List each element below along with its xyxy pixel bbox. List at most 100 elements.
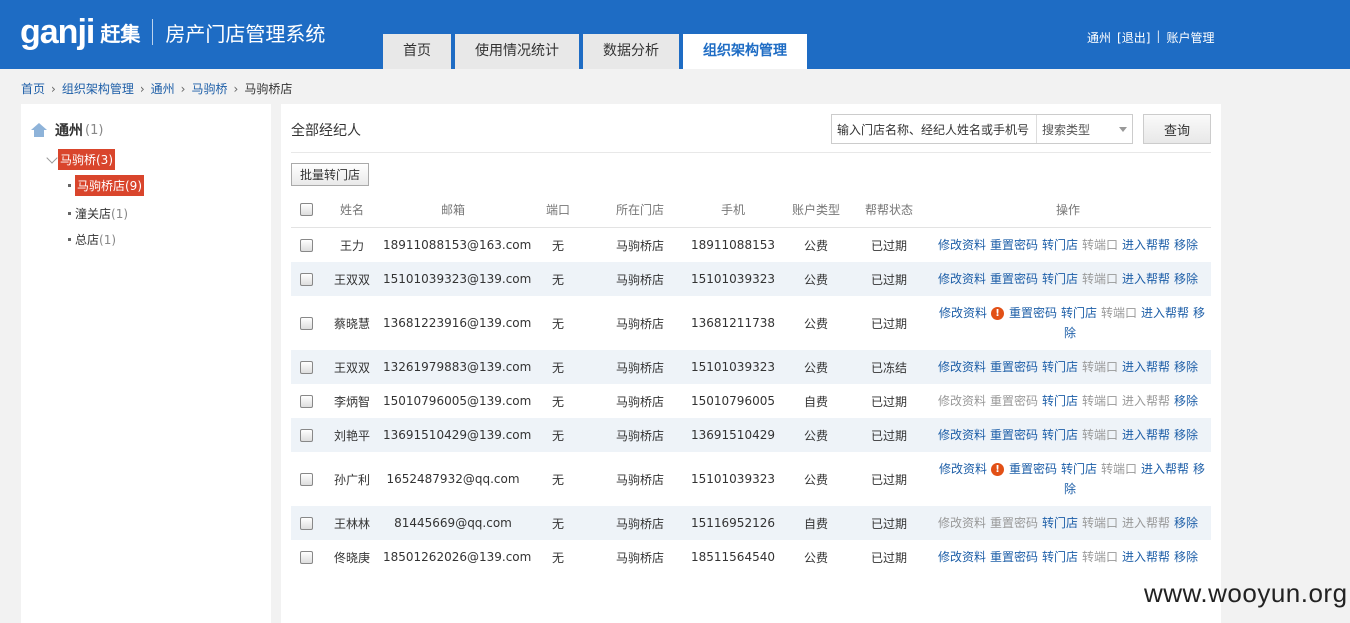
transfer-store-link[interactable]: 转门店	[1061, 306, 1097, 320]
reset-password-link[interactable]: 重置密码	[990, 428, 1038, 442]
row-checkbox[interactable]	[299, 394, 313, 408]
reset-password-link[interactable]: 重置密码	[990, 238, 1038, 252]
cell-operations: 修改资料! 重置密码 转门店 转端口 进入帮帮 移除	[925, 303, 1211, 343]
cell-name: 王双双	[333, 272, 370, 287]
header-phone: 手机	[720, 203, 745, 217]
reset-password-link[interactable]: 重置密码	[1009, 462, 1057, 476]
reset-password-link[interactable]: 重置密码	[990, 272, 1038, 286]
cell-account-type: 公费	[803, 272, 828, 287]
edit-profile-link[interactable]: 修改资料	[938, 360, 986, 374]
table-row: 王林林 81445669@qq.com 无 马驹桥店 15116952126 自费 已过期 修…	[291, 506, 1211, 540]
cell-status: 已过期	[870, 550, 907, 565]
tab-org-management[interactable]: 组织架构管理	[683, 34, 807, 69]
row-checkbox[interactable]	[299, 360, 313, 374]
edit-profile-link[interactable]: 修改资料	[939, 462, 987, 476]
remove-link[interactable]: 移除	[1174, 428, 1198, 442]
cell-phone: 13681211738	[691, 316, 775, 330]
remove-link[interactable]: 移除	[1174, 394, 1198, 408]
cell-email: 13261979883@139.com	[383, 360, 532, 374]
chevron-down-icon[interactable]	[46, 154, 58, 166]
edit-profile-link[interactable]: 修改资料	[938, 550, 986, 564]
row-checkbox[interactable]	[299, 472, 313, 486]
account-management-link[interactable]: 账户管理	[1166, 29, 1214, 46]
breadcrumb-chevron-icon: ›	[139, 81, 145, 96]
tree-leaf-main-store[interactable]: 总店 (1)	[68, 231, 116, 248]
enter-bangbang-link[interactable]: 进入帮帮	[1122, 550, 1170, 564]
user-name: 通州	[1087, 31, 1112, 45]
transfer-store-link[interactable]: 转门店	[1042, 238, 1078, 252]
cell-phone: 18911088153	[691, 238, 775, 252]
transfer-store-link[interactable]: 转门店	[1061, 462, 1097, 476]
edit-profile-link[interactable]: 修改资料	[938, 428, 986, 442]
breadcrumb-chevron-icon: ›	[51, 81, 56, 96]
watermark: www.wooyun.org	[1144, 578, 1348, 608]
enter-bangbang-link[interactable]: 进入帮帮	[1122, 272, 1170, 286]
cell-phone: 15101039323	[691, 272, 775, 286]
transfer-store-link[interactable]: 转门店	[1042, 550, 1078, 564]
enter-bangbang-link[interactable]: 进入帮帮	[1122, 238, 1170, 252]
reset-password-link[interactable]: 重置密码	[1009, 306, 1057, 320]
transfer-store-link[interactable]: 转门店	[1042, 428, 1078, 442]
transfer-store-link[interactable]: 转门店	[1042, 360, 1078, 374]
remove-link[interactable]: 移除	[1174, 516, 1198, 530]
query-button[interactable]: 查询	[1143, 114, 1211, 144]
tree-root-count: (1)	[85, 122, 104, 138]
enter-bangbang-link[interactable]: 进入帮帮	[1141, 306, 1189, 320]
enter-bangbang-link[interactable]: 进入帮帮	[1122, 360, 1170, 374]
tab-home[interactable]: 首页	[383, 34, 451, 69]
cell-store: 马驹桥店	[615, 550, 664, 565]
edit-profile-link[interactable]: 修改资料	[938, 238, 986, 252]
cell-account-type: 自费	[803, 394, 828, 409]
ganji-logo[interactable]: ganji 赶集 房产门店管理系统	[20, 12, 325, 52]
edit-profile-link: 修改资料	[937, 516, 986, 530]
remove-link[interactable]: 移除	[1174, 272, 1198, 286]
search-input[interactable]	[832, 115, 1037, 143]
row-checkbox[interactable]	[299, 238, 313, 252]
remove-link[interactable]: 移除	[1174, 238, 1198, 252]
edit-profile-link[interactable]: 修改资料	[938, 272, 986, 286]
tree-leaf-label: 总店	[75, 233, 100, 247]
reset-password-link[interactable]: 重置密码	[990, 360, 1038, 374]
breadcrumb-org-management[interactable]: 组织架构管理	[62, 80, 134, 97]
cell-status: 已过期	[870, 394, 907, 409]
tab-usage-stats[interactable]: 使用情况统计	[455, 34, 579, 69]
remove-link[interactable]: 移除	[1174, 550, 1198, 564]
breadcrumb-majuqiao[interactable]: 马驹桥	[191, 80, 227, 97]
transfer-port-link: 转端口	[1101, 306, 1138, 320]
tree-node-majuqiao-store[interactable]: 马驹桥店(9)	[68, 175, 144, 196]
table-row: 孙广利 1652487932@qq.com 无 马驹桥店 15101039323 公费 已过…	[291, 452, 1211, 506]
breadcrumb-tongzhou[interactable]: 通州	[151, 80, 175, 97]
tab-data-analysis[interactable]: 数据分析	[583, 34, 679, 69]
tree-leaf-count: (1)	[111, 206, 129, 221]
main-nav: 首页 使用情况统计 数据分析 组织架构管理	[383, 34, 807, 69]
header-operations: 操作	[1055, 203, 1080, 217]
cell-status: 已过期	[870, 316, 907, 331]
enter-bangbang-link[interactable]: 进入帮帮	[1141, 462, 1189, 476]
breadcrumb-home[interactable]: 首页	[21, 80, 45, 97]
remove-link[interactable]: 移除	[1174, 360, 1198, 374]
row-select-cell	[291, 238, 321, 252]
transfer-store-link[interactable]: 转门店	[1042, 272, 1078, 286]
select-all-checkbox[interactable]	[299, 203, 313, 216]
logout-link[interactable]: [退出]	[1117, 29, 1150, 46]
edit-profile-link[interactable]: 修改资料	[939, 306, 987, 320]
row-checkbox[interactable]	[299, 272, 313, 286]
table-row: 李炳智 15010796005@139.com 无 马驹桥店 15010796005 自费…	[291, 384, 1211, 418]
reset-password-link[interactable]: 重置密码	[990, 550, 1038, 564]
transfer-store-link[interactable]: 转门店	[1042, 394, 1078, 408]
cell-account-type: 公费	[803, 238, 828, 253]
tree-node-majuqiao-label: 马驹桥(3)	[58, 149, 115, 170]
row-checkbox[interactable]	[299, 550, 313, 564]
row-checkbox[interactable]	[299, 428, 313, 442]
tree-node-majuqiao[interactable]: 马驹桥(3)	[46, 149, 115, 170]
enter-bangbang-link[interactable]: 进入帮帮	[1122, 428, 1170, 442]
transfer-store-link[interactable]: 转门店	[1042, 516, 1078, 530]
tree-root[interactable]: 通州 (1)	[31, 120, 103, 140]
row-checkbox[interactable]	[299, 316, 313, 330]
row-select-cell	[291, 394, 321, 408]
batch-transfer-store-button[interactable]: 批量转门店	[291, 163, 370, 186]
search-type-select[interactable]: 搜索类型	[1037, 115, 1132, 143]
tree-leaf-tongguan[interactable]: 潼关店 (1)	[68, 205, 128, 222]
cell-store: 马驹桥店	[615, 394, 664, 409]
row-checkbox[interactable]	[299, 516, 313, 530]
